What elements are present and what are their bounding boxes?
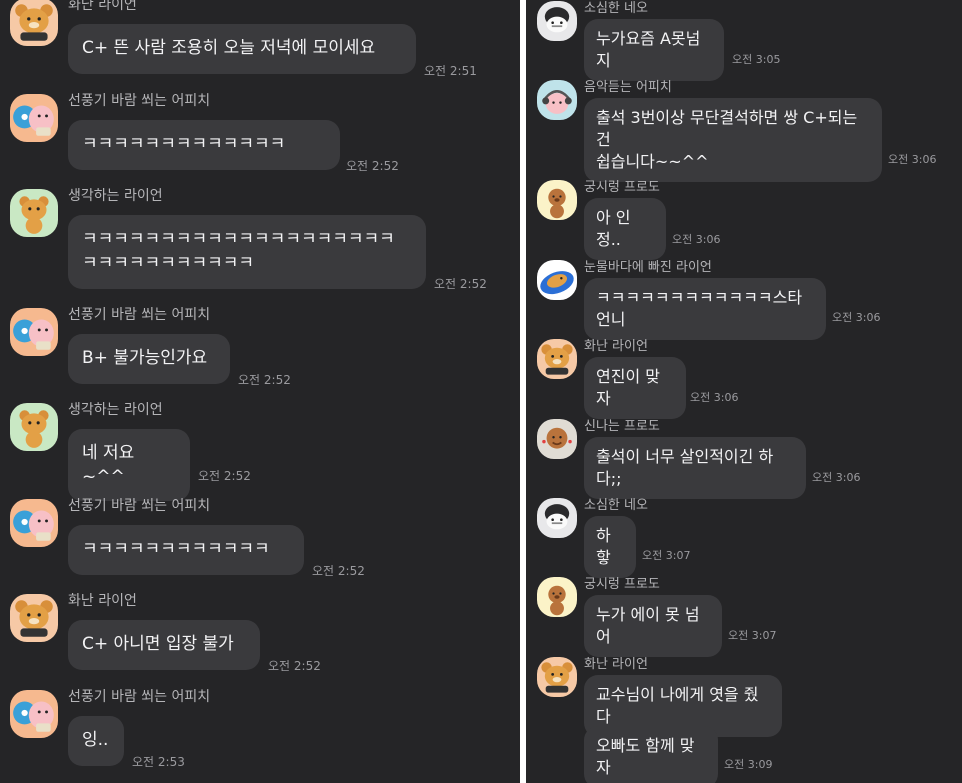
message-bubble[interactable]: 하핳: [584, 516, 636, 578]
message-bubble[interactable]: 출석 3번이상 무단결석하면 쌍 C+되는건 쉽습니다~~^^: [584, 98, 882, 182]
chat-pane-right[interactable]: 소심한 네오 누가요즘 A못넘지 오전 3:05 음악듣는 어피치 출석 3번이상 무…: [526, 0, 962, 783]
angry-ryan-avatar-icon[interactable]: [10, 594, 58, 642]
message-bubble[interactable]: ㅋㅋㅋㅋㅋㅋㅋㅋㅋㅋㅋㅋ스타언니: [584, 278, 826, 340]
message-timestamp: 오전 3:06: [812, 471, 861, 484]
message-timestamp: 오전 2:52: [268, 659, 321, 673]
message-bubble[interactable]: 오빠도 함께 맞자: [584, 726, 718, 783]
sender-name: 소심한 네오: [584, 1, 648, 16]
message-bubble[interactable]: C+ 아니면 입장 불가: [68, 620, 260, 670]
message-timestamp: 오전 2:53: [132, 755, 185, 769]
message-timestamp: 오전 2:52: [434, 277, 487, 291]
sender-name: 화난 라이언: [584, 339, 648, 354]
message-timestamp: 오전 3:06: [832, 311, 881, 324]
sender-name: 화난 라이언: [68, 593, 137, 609]
fan-apeach-avatar-icon[interactable]: [10, 690, 58, 738]
message-timestamp: 오전 3:06: [672, 233, 721, 246]
sender-name: 생각하는 라이언: [68, 402, 163, 418]
message-bubble[interactable]: 연진이 맞자: [584, 357, 686, 419]
chat-pane-left[interactable]: 화난 라이언 C+ 뜬 사람 조용히 오늘 저녁에 모이세요오전 2:51 선풍기…: [0, 0, 520, 783]
fan-apeach-avatar-icon[interactable]: [10, 499, 58, 547]
sender-name: 선풍기 바람 쐬는 어피치: [68, 307, 211, 323]
sender-name: 생각하는 라이언: [68, 188, 163, 204]
message-timestamp: 오전 2:51: [424, 64, 477, 78]
thinking-ryan-avatar-icon[interactable]: [10, 189, 58, 237]
message-timestamp: 오전 3:07: [728, 629, 777, 642]
message-bubble[interactable]: C+ 뜬 사람 조용히 오늘 저녁에 모이세요: [68, 24, 416, 74]
message-bubble[interactable]: 누가요즘 A못넘지: [584, 19, 724, 81]
message-timestamp: 오전 3:05: [732, 53, 781, 66]
message-bubble[interactable]: ㅋㅋㅋㅋㅋㅋㅋㅋㅋㅋㅋㅋ: [68, 525, 304, 575]
excited-frodo-avatar-icon[interactable]: [537, 419, 577, 459]
angry-ryan-avatar-icon[interactable]: [537, 657, 577, 697]
message-bubble[interactable]: 출석이 너무 살인적이긴 하다;;: [584, 437, 806, 499]
message-timestamp: 오전 3:07: [642, 549, 691, 562]
thinking-ryan-avatar-icon[interactable]: [10, 403, 58, 451]
shy-neo-avatar-icon[interactable]: [537, 498, 577, 538]
grumbling-frodo-avatar-icon[interactable]: [537, 180, 577, 220]
message-timestamp: 오전 2:52: [238, 373, 291, 387]
sender-name: 신나는 프로도: [584, 419, 660, 434]
fan-apeach-avatar-icon[interactable]: [10, 94, 58, 142]
fan-apeach-avatar-icon[interactable]: [10, 308, 58, 356]
sender-name: 선풍기 바람 쐬는 어피치: [68, 93, 211, 109]
message-bubble[interactable]: ㅋㅋㅋㅋㅋㅋㅋㅋㅋㅋㅋㅋㅋ: [68, 120, 340, 170]
shy-neo-avatar-icon[interactable]: [537, 1, 577, 41]
sender-name: 화난 라이언: [584, 657, 648, 672]
message-timestamp: 오전 2:52: [312, 564, 365, 578]
message-bubble[interactable]: B+ 불가능인가요: [68, 334, 230, 384]
message-bubble[interactable]: 아 인정..: [584, 198, 666, 260]
sender-name: 눈물바다에 빠진 라이언: [584, 260, 712, 275]
message-timestamp: 오전 2:52: [346, 159, 399, 173]
angry-ryan-avatar-icon[interactable]: [537, 339, 577, 379]
message-timestamp: 오전 2:52: [198, 469, 251, 483]
sender-name: 궁시렁 프로도: [584, 180, 660, 195]
grumbling-frodo-avatar-icon[interactable]: [537, 577, 577, 617]
message-timestamp: 오전 3:06: [690, 391, 739, 404]
message-bubble[interactable]: 잉..: [68, 716, 124, 766]
message-bubble[interactable]: 누가 에이 못 넘어: [584, 595, 722, 657]
sender-name: 화난 라이언: [68, 0, 137, 13]
message-bubble[interactable]: ㅋㅋㅋㅋㅋㅋㅋㅋㅋㅋㅋㅋㅋㅋㅋㅋㅋㅋㅋㅋ ㅋㅋㅋㅋㅋㅋㅋㅋㅋㅋㅋ: [68, 215, 426, 289]
sender-name: 음악듣는 어피치: [584, 80, 672, 95]
music-apeach-avatar-icon[interactable]: [537, 80, 577, 120]
message-timestamp: 오전 3:09: [724, 758, 773, 771]
message-bubble[interactable]: 네 저요~^^: [68, 429, 190, 501]
crying-ryan-avatar-icon[interactable]: [537, 260, 577, 300]
sender-name: 소심한 네오: [584, 498, 648, 513]
sender-name: 선풍기 바람 쐬는 어피치: [68, 498, 211, 514]
message-timestamp: 오전 3:06: [888, 153, 937, 166]
angry-ryan-avatar-icon[interactable]: [10, 0, 58, 46]
sender-name: 선풍기 바람 쐬는 어피치: [68, 689, 211, 705]
sender-name: 궁시렁 프로도: [584, 577, 660, 592]
